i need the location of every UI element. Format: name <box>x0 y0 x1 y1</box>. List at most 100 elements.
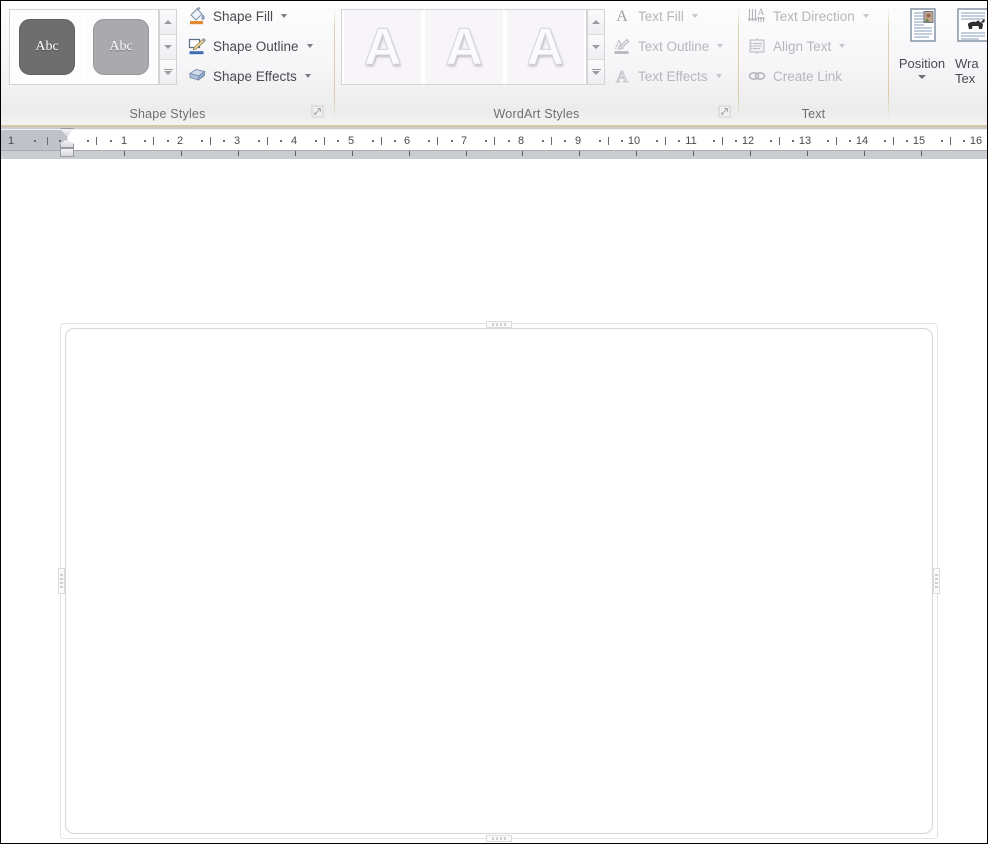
top-center-handle[interactable] <box>486 321 512 328</box>
ruler-tick-3: 3 <box>233 135 241 147</box>
ruler-tick-2: 2 <box>176 135 184 147</box>
wordart-styles-body: A A A A Text Fill A Text Outline A Text … <box>335 1 738 118</box>
tab-stop-mark[interactable] <box>409 151 410 156</box>
ruler-tick-7: 7 <box>460 135 468 147</box>
left-indent-marker[interactable] <box>60 148 74 157</box>
shape-styles-scroll-up-button[interactable] <box>160 10 176 35</box>
tab-stop-mark[interactable] <box>750 151 751 156</box>
tab-stop-mark[interactable] <box>636 151 637 156</box>
chevron-down-icon <box>691 14 698 18</box>
ribbon-group-label-shape-styles: Shape Styles <box>129 107 206 121</box>
position-button[interactable]: Position <box>891 7 953 79</box>
shape-styles-gallery-scroll[interactable] <box>159 9 177 85</box>
shape-effects-menu[interactable]: Shape Effects <box>184 63 314 89</box>
align-text-label: Align Text <box>773 38 832 54</box>
tab-stop-mark[interactable] <box>579 151 580 156</box>
horizontal-ruler[interactable]: 1 1 2 3 4 5 6 7 8 9 10 11 12 13 14 15 16 <box>1 129 987 151</box>
tab-stop-mark[interactable] <box>864 151 865 156</box>
align-text-menu[interactable]: Align Text <box>744 33 848 59</box>
tab-stop-mark[interactable] <box>352 151 353 156</box>
chevron-down-icon <box>839 44 846 48</box>
ruler-area: 1 1 2 3 4 5 6 7 8 9 10 11 12 13 14 15 16 <box>1 127 987 159</box>
text-fill-menu[interactable]: A Text Fill <box>609 3 701 29</box>
shape-style-thumb-2-preview: Abc <box>93 19 149 75</box>
shape-fill-menu[interactable]: Shape Fill <box>184 3 290 29</box>
wrap-text-label-line2: Tex <box>955 71 976 86</box>
tab-stop-mark[interactable] <box>295 151 296 156</box>
document-canvas[interactable] <box>1 159 987 843</box>
right-middle-handle[interactable] <box>933 568 940 594</box>
position-icon <box>902 7 942 53</box>
wordart-styles-gallery[interactable]: A A A <box>341 9 587 85</box>
wordart-style-thumb-2[interactable]: A <box>425 10 503 84</box>
tab-stop-mark[interactable] <box>181 151 182 156</box>
chevron-down-icon <box>862 14 869 18</box>
text-fill-label: Text Fill <box>638 8 684 24</box>
wordart-scroll-up-button[interactable] <box>588 10 604 35</box>
shape-outline-menu[interactable]: Shape Outline <box>184 33 316 59</box>
ribbon-group-wordart-styles: A A A A Text Fill A Text Outline A Text … <box>335 1 738 125</box>
create-link-button[interactable]: Create Link <box>744 63 845 89</box>
ruler-tick-11: 11 <box>685 135 697 147</box>
ruler-tick-6: 6 <box>403 135 411 147</box>
tab-stop-mark[interactable] <box>124 151 125 156</box>
ribbon-group-shape-styles: Abc Abc Shape Fill Shape Outline Shape E… <box>1 1 334 125</box>
text-direction-menu[interactable]: A Text Direction <box>744 3 872 29</box>
ruler-tick-5: 5 <box>347 135 355 147</box>
wordart-style-thumb-3[interactable]: A <box>506 10 584 84</box>
text-outline-icon: A <box>612 36 632 56</box>
drawing-canvas-shape[interactable] <box>65 328 933 834</box>
word-shape-format-window: Abc Abc Shape Fill Shape Outline Shape E… <box>0 0 988 844</box>
shape-effects-icon <box>187 66 207 86</box>
tab-stop-mark[interactable] <box>466 151 467 156</box>
tab-stop-mark[interactable] <box>522 151 523 156</box>
ruler-tick-14: 14 <box>855 135 869 147</box>
wrap-text-label-line1: Wra <box>955 56 979 71</box>
text-direction-icon: A <box>747 6 767 26</box>
chevron-down-icon <box>715 74 722 78</box>
wordart-more-button[interactable] <box>588 60 604 84</box>
shape-styles-scroll-down-button[interactable] <box>160 35 176 60</box>
shape-fill-label: Shape Fill <box>213 8 274 24</box>
tab-stop-mark[interactable] <box>921 151 922 156</box>
text-effects-menu[interactable]: A Text Effects <box>609 63 725 89</box>
ruler-tick-1: 1 <box>120 135 128 147</box>
wrap-text-button[interactable]: Wra Tex <box>955 7 987 86</box>
wordart-scroll-down-button[interactable] <box>588 35 604 60</box>
ruler-tick-4: 4 <box>290 135 298 147</box>
text-outline-menu[interactable]: A Text Outline <box>609 33 726 59</box>
ribbon-group-label-text: Text <box>801 107 826 121</box>
shape-style-thumb-1[interactable]: Abc <box>11 10 83 84</box>
tab-stop-mark[interactable] <box>807 151 808 156</box>
chevron-down-icon <box>592 45 600 49</box>
wordart-style-thumb-1[interactable]: A <box>344 10 422 84</box>
svg-text:A: A <box>616 67 629 86</box>
ribbon: Abc Abc Shape Fill Shape Outline Shape E… <box>1 1 987 127</box>
shape-styles-more-button[interactable] <box>160 60 176 84</box>
wordart-style-thumb-1-preview: A <box>363 18 402 76</box>
more-icon <box>591 69 601 75</box>
shape-outline-label: Shape Outline <box>213 38 299 54</box>
chevron-up-icon <box>592 20 600 24</box>
text-group-body: A Text Direction Align Text Create Link <box>739 1 888 97</box>
position-label: Position <box>898 56 946 71</box>
shape-styles-gallery[interactable]: Abc Abc <box>9 9 159 85</box>
left-middle-handle[interactable] <box>58 568 65 594</box>
more-icon <box>163 69 173 75</box>
align-text-icon <box>747 36 767 56</box>
chevron-down-icon <box>164 45 172 49</box>
chevron-down-icon <box>306 44 313 48</box>
tab-stop-mark[interactable] <box>238 151 239 156</box>
tab-stop-mark[interactable] <box>693 151 694 156</box>
text-effects-icon: A <box>612 66 632 87</box>
ruler-margin-label: 1 <box>7 135 15 147</box>
bottom-center-handle[interactable] <box>486 835 512 842</box>
ribbon-group-text: A Text Direction Align Text Create Link … <box>739 1 888 125</box>
create-link-icon <box>747 66 767 86</box>
ruler-tick-16: 16 <box>969 135 983 147</box>
shape-effects-label: Shape Effects <box>213 68 297 84</box>
text-effects-label: Text Effects <box>638 68 708 84</box>
wordart-styles-gallery-scroll[interactable] <box>587 9 605 85</box>
ruler-tick-9: 9 <box>574 135 582 147</box>
shape-style-thumb-2[interactable]: Abc <box>85 10 157 84</box>
